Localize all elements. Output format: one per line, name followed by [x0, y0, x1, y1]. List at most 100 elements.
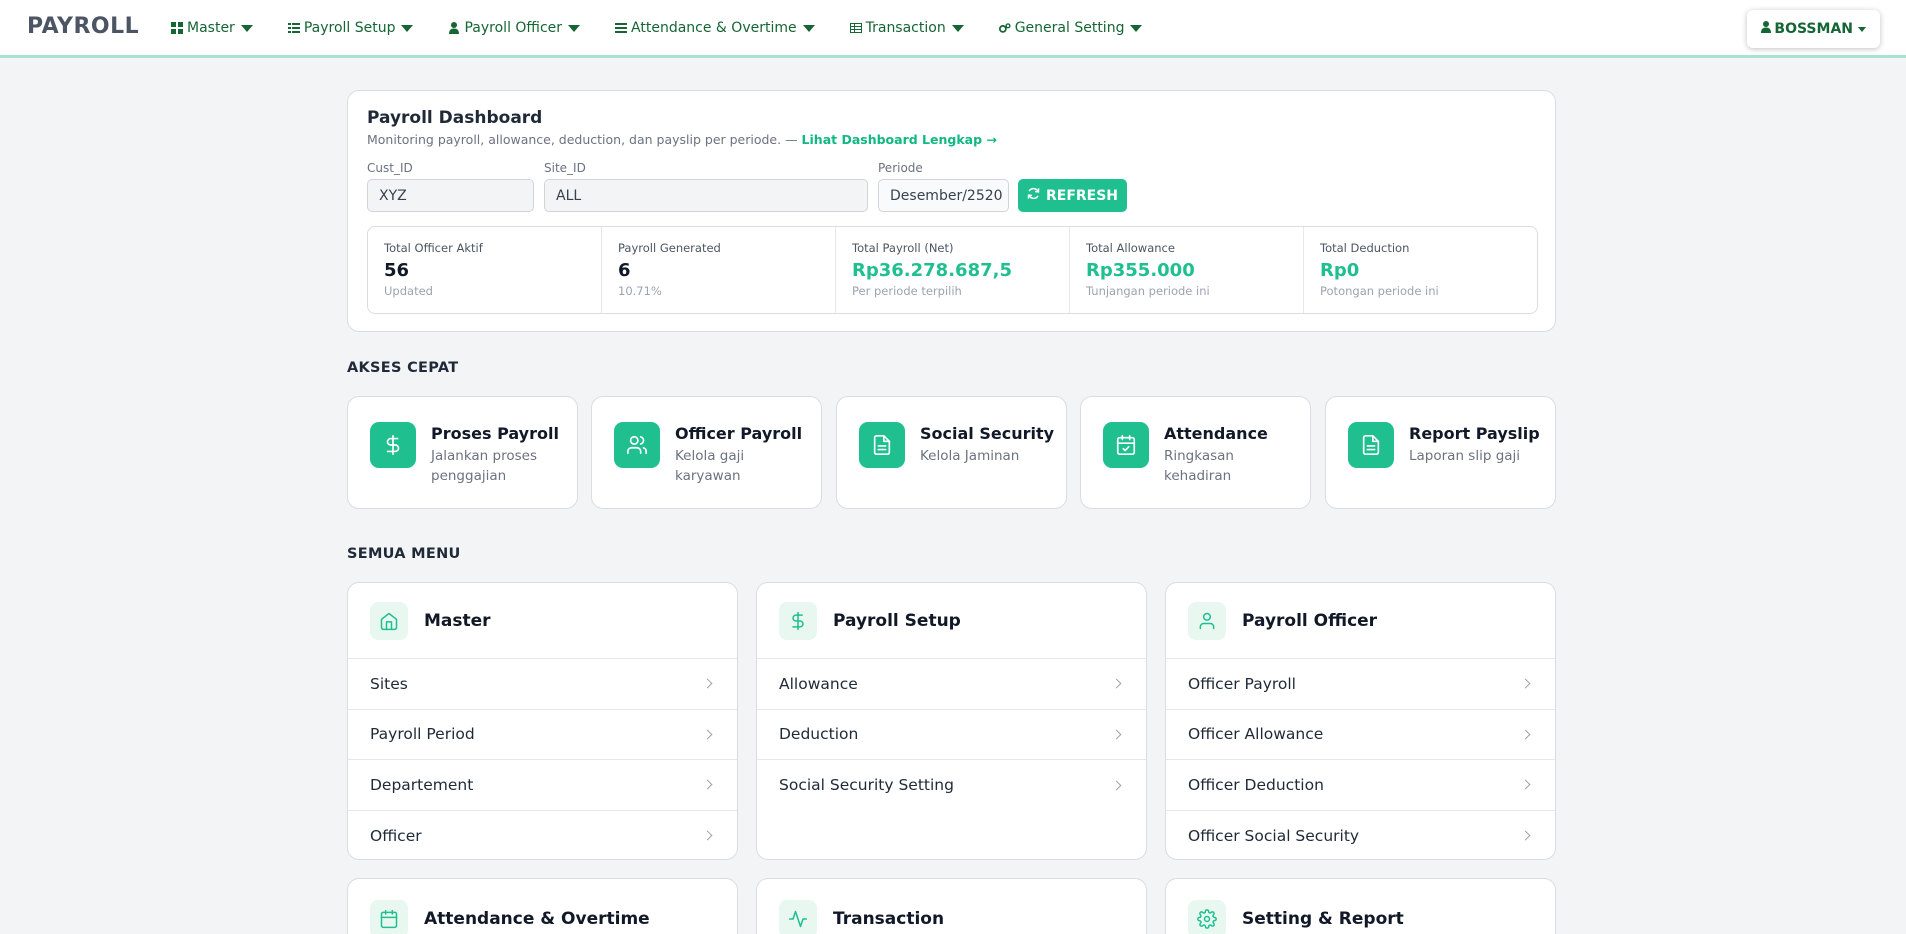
- menu-link-allowance[interactable]: Allowance: [757, 659, 1146, 710]
- activity-icon: [779, 900, 817, 934]
- payroll-dashboard-card: Payroll Dashboard Monitoring payroll, al…: [347, 90, 1556, 332]
- nav-item-attendance-overtime[interactable]: Attendance & Overtime: [615, 20, 815, 36]
- menu-link-officer-payroll[interactable]: Officer Payroll: [1166, 659, 1555, 710]
- caret-down-icon: [1858, 26, 1866, 32]
- nav-item-label: Payroll Officer: [464, 20, 563, 36]
- nav-item-payroll-officer[interactable]: Payroll Officer: [448, 20, 581, 36]
- quick-title: Social Security: [920, 424, 1055, 443]
- menu-link-label: Payroll Period: [370, 725, 475, 744]
- menu-card-title: Payroll Setup: [833, 610, 961, 631]
- top-navbar: PAYROLL Master Payroll Setup Payroll Off…: [0, 0, 1906, 58]
- nav-item-label: Attendance & Overtime: [631, 20, 797, 36]
- document-icon: [1348, 422, 1394, 468]
- stat-value: Rp36.278.687,5: [852, 260, 1012, 281]
- stat-value: Rp0: [1320, 260, 1360, 281]
- nav-item-label: Payroll Setup: [303, 20, 396, 36]
- caret-down-icon: [802, 24, 815, 32]
- quick-report-payslip[interactable]: Report Payslip Laporan slip gaji: [1325, 396, 1556, 509]
- menu-card-title: Master: [424, 610, 491, 631]
- menu-card-master: Master Sites Payroll Period Departement …: [347, 582, 738, 860]
- periode-label: Periode: [878, 161, 923, 175]
- menu-link-label: Officer Social Security: [1188, 826, 1360, 845]
- quick-proses-payroll[interactable]: Proses Payroll Jalankan proses penggajia…: [347, 396, 578, 509]
- brand-logo[interactable]: PAYROLL: [27, 14, 139, 39]
- menu-link-label: Allowance: [779, 674, 858, 693]
- menu-card-header: Master: [348, 583, 737, 659]
- chevron-right-icon: [702, 678, 713, 689]
- periode-input[interactable]: Desember/2520: [878, 179, 1009, 212]
- full-dashboard-link[interactable]: Lihat Dashboard Lengkap →: [802, 132, 997, 147]
- stat-total-officer: Total Officer Aktif 56 Updated: [368, 227, 602, 313]
- cust-id-input[interactable]: XYZ: [367, 179, 534, 212]
- nav-item-general-setting[interactable]: General Setting: [998, 20, 1143, 36]
- dollar-icon: [370, 422, 416, 468]
- menu-link-officer-deduction[interactable]: Officer Deduction: [1166, 760, 1555, 811]
- quick-title: Officer Payroll: [675, 424, 803, 443]
- stat-note: Tunjangan periode ini: [1086, 284, 1210, 298]
- caret-down-icon: [1130, 24, 1143, 32]
- caret-down-icon: [401, 24, 414, 32]
- chevron-right-icon: [702, 779, 713, 790]
- refresh-label: REFRESH: [1045, 187, 1119, 204]
- caret-down-icon: [951, 24, 964, 32]
- stat-label: Total Allowance: [1086, 241, 1175, 255]
- menu-card-header: Payroll Setup: [757, 583, 1146, 659]
- stat-label: Total Payroll (Net): [852, 241, 954, 255]
- chevron-right-icon: [1520, 678, 1531, 689]
- menu-link-officer-social-security[interactable]: Officer Social Security: [1166, 811, 1555, 860]
- table-icon: [849, 22, 862, 34]
- all-menu-title: SEMUA MENU: [347, 546, 461, 562]
- menu-link-label: Officer: [370, 826, 422, 845]
- site-id-select[interactable]: ALL: [544, 179, 868, 212]
- calendar-check-icon: [1103, 422, 1149, 468]
- document-icon: [859, 422, 905, 468]
- grid-icon: [171, 22, 183, 34]
- menu-card-title: Attendance & Overtime: [424, 909, 650, 929]
- quick-attendance[interactable]: Attendance Ringkasan kehadiran: [1080, 396, 1311, 509]
- user-icon: [1188, 601, 1226, 640]
- menu-link-officer[interactable]: Officer: [348, 811, 737, 860]
- quick-officer-payroll[interactable]: Officer Payroll Kelola gaji karyawan: [591, 396, 822, 509]
- menu-card-header: Transaction: [757, 879, 1146, 934]
- menu-card-title: Payroll Officer: [1242, 610, 1378, 631]
- chevron-right-icon: [702, 830, 713, 841]
- quick-desc: Kelola Jaminan: [920, 448, 1020, 464]
- stat-note: Updated: [384, 284, 433, 298]
- menu-link-label: Sites: [370, 674, 408, 693]
- menu-link-departement[interactable]: Departement: [348, 760, 737, 811]
- menu-link-social-security-setting[interactable]: Social Security Setting: [757, 760, 1146, 811]
- menu-card-payroll-setup: Payroll Setup Allowance Deduction Social…: [756, 582, 1147, 860]
- refresh-button[interactable]: REFRESH: [1018, 179, 1127, 212]
- quick-social-security[interactable]: Social Security Kelola Jaminan: [836, 396, 1067, 509]
- quick-title: Proses Payroll: [431, 424, 559, 443]
- menu-link-label: Officer Deduction: [1188, 775, 1324, 794]
- gears-icon: [998, 22, 1011, 34]
- menu-link-officer-allowance[interactable]: Officer Allowance: [1166, 710, 1555, 760]
- menu-card-header: Payroll Officer: [1166, 583, 1555, 659]
- nav-item-payroll-setup[interactable]: Payroll Setup: [287, 20, 414, 36]
- nav-item-master[interactable]: Master: [171, 20, 253, 36]
- stats-row: Total Officer Aktif 56 Updated Payroll G…: [367, 226, 1538, 314]
- caret-down-icon: [240, 24, 253, 32]
- stat-total-payroll: Total Payroll (Net) Rp36.278.687,5 Per p…: [836, 227, 1070, 313]
- user-menu-button[interactable]: BOSSMAN: [1747, 10, 1880, 48]
- refresh-icon: [1027, 187, 1040, 204]
- gear-icon: [1188, 900, 1226, 934]
- stat-value: Rp355.000: [1086, 260, 1195, 281]
- menu-link-label: Departement: [370, 775, 474, 794]
- caret-down-icon: [568, 24, 581, 32]
- user-icon: [1761, 21, 1772, 37]
- quick-title: Attendance: [1164, 424, 1268, 443]
- nav-item-transaction[interactable]: Transaction: [849, 20, 964, 36]
- chevron-right-icon: [1111, 729, 1122, 740]
- menu-link-sites[interactable]: Sites: [348, 659, 737, 710]
- menu-card-header: Setting & Report: [1166, 879, 1555, 934]
- menu-link-label: Deduction: [779, 725, 859, 744]
- stat-value: 6: [618, 260, 631, 281]
- menu-card-payroll-officer: Payroll Officer Officer Payroll Officer …: [1165, 582, 1556, 860]
- menu-link-payroll-period[interactable]: Payroll Period: [348, 710, 737, 760]
- stat-label: Payroll Generated: [618, 241, 721, 255]
- nav-item-label: General Setting: [1014, 20, 1125, 36]
- menu-link-deduction[interactable]: Deduction: [757, 710, 1146, 760]
- menu-card-header: Attendance & Overtime: [348, 879, 737, 934]
